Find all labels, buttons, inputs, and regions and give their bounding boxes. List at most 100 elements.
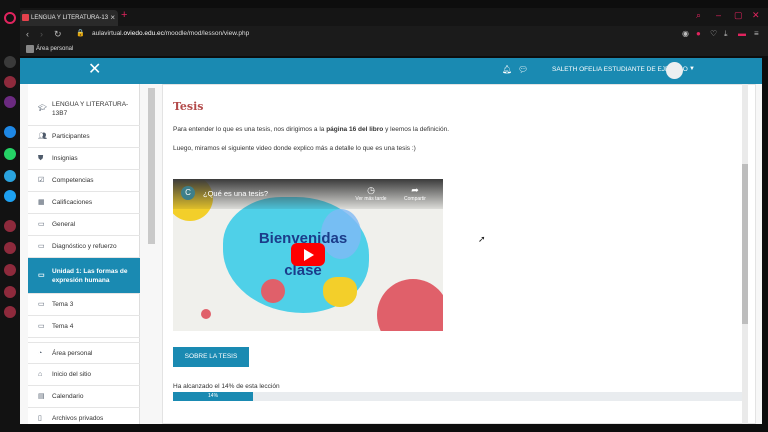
browser-sidebar xyxy=(0,0,20,432)
sidebar-item-label: Área personal xyxy=(52,349,93,357)
video-player[interactable]: Bienvenidas clase C ¿Qué es una tesis? ◷… xyxy=(173,179,443,331)
sidebar-item-calificaciones[interactable]: ▦ Calificaciones xyxy=(28,192,140,214)
tab-close-icon[interactable]: × xyxy=(110,10,115,26)
folder-icon: ▭ xyxy=(38,301,45,308)
player-icon[interactable]: ▬ xyxy=(738,26,746,42)
download-icon[interactable]: ⤓ xyxy=(724,26,728,42)
maximize-icon[interactable]: ▢ xyxy=(734,10,743,21)
sidebar-item-label: Diagnóstico y refuerzo xyxy=(52,243,117,250)
scrollbar-thumb[interactable] xyxy=(742,164,748,324)
sidebar-item-general[interactable]: ▭ General xyxy=(28,214,140,236)
red-small-dot xyxy=(201,309,211,319)
sidebar-item-tema-4[interactable]: ▭ Tema 4 xyxy=(28,316,140,338)
drawer-scrollbar[interactable] xyxy=(148,88,155,244)
sidebar-item-label: Archivos privados xyxy=(52,415,104,422)
checkbox-icon: ☑ xyxy=(38,177,45,184)
close-window-icon[interactable]: ✕ xyxy=(752,10,760,21)
sidebar-item-label: Calificaciones xyxy=(52,199,93,206)
table-icon: ▦ xyxy=(38,199,45,206)
menu-icon[interactable]: ≡ xyxy=(754,26,759,42)
channel-avatar[interactable]: C xyxy=(181,186,195,200)
page-scrollbar[interactable] xyxy=(742,84,748,424)
sidebar-item-inicio[interactable]: ⌂ Inicio del sitio xyxy=(28,364,140,386)
red-dot xyxy=(261,279,285,303)
chevron-down-icon[interactable]: ▼ xyxy=(689,66,695,72)
gamepad-icon[interactable] xyxy=(4,76,16,88)
new-tab-button[interactable]: + xyxy=(121,9,127,21)
bookmarks-bar: Área personal xyxy=(20,42,768,56)
tab-strip: LENGUA Y LITERATURA-13 × + ⌕ – ▢ ✕ xyxy=(20,8,768,26)
history-icon[interactable] xyxy=(4,264,16,276)
sidebar-item-archivos[interactable]: ▯ Archivos privados xyxy=(28,408,140,424)
intro-text-1: Para entender lo que es una tesis, nos d… xyxy=(173,126,327,133)
sidebar-item-tema-3[interactable]: ▭ Tema 3 xyxy=(28,294,140,316)
dashboard-icon: ◔ xyxy=(38,349,43,357)
video-title[interactable]: ¿Qué es una tesis? xyxy=(203,189,268,198)
shield-icon: ⛊ xyxy=(38,155,44,162)
minimize-icon[interactable]: – xyxy=(716,10,721,20)
watch-later-label: Ver más tarde xyxy=(355,196,387,202)
folder-icon: ▭ xyxy=(38,221,45,228)
play-button-icon[interactable] xyxy=(291,243,325,266)
sidebar-item-label: Competencias xyxy=(52,177,94,184)
search-tabs-icon[interactable]: ⌕ xyxy=(696,10,701,21)
progress-label: Ha alcanzado el 14% de esta lección xyxy=(173,383,280,390)
graduation-cap-icon: 🎓︎ xyxy=(38,105,47,112)
avatar[interactable] xyxy=(666,62,683,79)
folder-icon: ▭ xyxy=(38,323,45,330)
file-icon: ▯ xyxy=(38,415,42,422)
lock-icon: 🔒 xyxy=(76,30,85,37)
cube-icon[interactable] xyxy=(4,286,16,298)
mouse-cursor-icon: ➚ xyxy=(478,234,486,244)
sidebar-item-participantes[interactable]: 👥︎ Participantes xyxy=(28,126,140,148)
sobre-la-tesis-button[interactable]: SOBRE LA TESIS xyxy=(173,347,249,367)
sidebar-item-course[interactable]: 🎓︎ LENGUA Y LITERATURA-13B7 xyxy=(28,92,140,126)
page-area: 🎓︎ LENGUA Y LITERATURA-13B7 👥︎ Participa… xyxy=(20,84,762,424)
sidebar-item-calendario[interactable]: ▤ Calendario xyxy=(28,386,140,408)
chat-icon[interactable]: 💬︎ xyxy=(518,65,528,74)
bookmark-item[interactable]: Área personal xyxy=(36,46,73,52)
calendar-icon: ▤ xyxy=(38,393,45,400)
url-host: oviedo.edu.ec xyxy=(123,30,164,37)
page-title: Tesis xyxy=(173,100,204,113)
vpn-icon[interactable]: ● xyxy=(696,26,701,42)
folder-icon: ▭ xyxy=(38,243,45,250)
url-field[interactable]: aulavirtual.oviedo.edu.ec/moodle/mod/les… xyxy=(92,26,249,42)
whatsapp-icon[interactable] xyxy=(4,148,16,160)
heart-icon[interactable] xyxy=(4,242,16,254)
sidebar-item-label: Tema 4 xyxy=(52,323,74,330)
watch-later-button[interactable]: ◷ Ver más tarde xyxy=(349,185,393,202)
sidebar-item-competencias[interactable]: ☑ Competencias xyxy=(28,170,140,192)
clock-icon: ◷ xyxy=(367,185,375,195)
camera-icon[interactable]: ◉ xyxy=(682,26,689,42)
reload-icon[interactable]: ↻ xyxy=(54,26,62,42)
progress-bar: 14% xyxy=(173,392,745,401)
sidebar-item-insignias[interactable]: ⛊ Insignias xyxy=(28,148,140,170)
share-button[interactable]: ➦ Compartir xyxy=(393,185,437,202)
telegram-icon[interactable] xyxy=(4,170,16,182)
heart-bookmark-icon[interactable]: ♡ xyxy=(710,26,717,42)
progress-fill: 14% xyxy=(173,392,254,401)
bell-icon[interactable]: 🔔︎ xyxy=(502,65,512,74)
yellow-shape xyxy=(323,277,357,307)
back-icon[interactable]: ‹ xyxy=(26,26,29,42)
settings-icon[interactable] xyxy=(4,306,16,318)
moodle-navbar: ✕ 🔔︎ 💬︎ SALETH OFELIA ESTUDIANTE DE EJEM… xyxy=(20,58,762,84)
browser-window: LENGUA Y LITERATURA-13 × + ⌕ – ▢ ✕ ‹ › ↻… xyxy=(0,0,768,432)
home-icon[interactable] xyxy=(4,56,16,68)
address-bar: ‹ › ↻ 🔒 aulavirtual.oviedo.edu.ec/moodle… xyxy=(20,26,768,42)
tabs-icon[interactable] xyxy=(4,220,16,232)
sidebar-item-unidad-1[interactable]: ▭ Unidad 1: Las formas de expresión huma… xyxy=(28,258,140,294)
bookmark-favicon-icon xyxy=(26,45,34,53)
messenger-icon[interactable] xyxy=(4,126,16,138)
forward-icon[interactable]: › xyxy=(40,26,43,42)
sidebar-item-area-personal[interactable]: ◔ Área personal xyxy=(28,342,140,364)
sidebar-item-diagnostico[interactable]: ▭ Diagnóstico y refuerzo xyxy=(28,236,140,258)
opera-logo-icon[interactable] xyxy=(4,12,16,24)
share-icon: ➦ xyxy=(411,185,419,195)
close-drawer-icon[interactable]: ✕ xyxy=(88,61,101,79)
twitter-icon[interactable] xyxy=(4,190,16,202)
browser-tab[interactable]: LENGUA Y LITERATURA-13 × xyxy=(20,10,118,26)
twitch-icon[interactable] xyxy=(4,96,16,108)
sidebar-item-label: General xyxy=(52,221,76,228)
